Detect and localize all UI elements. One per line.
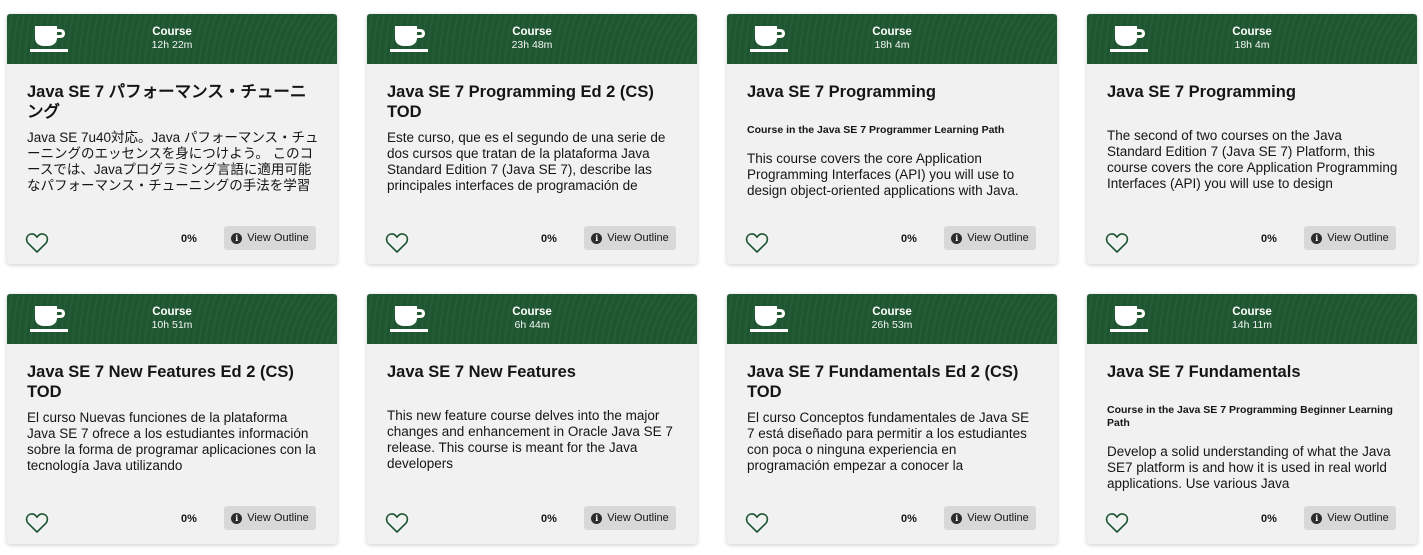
course-description: Este curso, que es el segundo de una ser… <box>387 130 666 193</box>
card-header: Course 18h 4m <box>727 14 1057 64</box>
heart-outline-icon[interactable] <box>25 232 49 254</box>
course-duration: 10h 51m <box>151 319 193 331</box>
course-card[interactable]: Course 6h 44m Java SE 7 New Features Thi… <box>367 294 697 544</box>
card-body: Java SE 7 Programming Course in the Java… <box>747 82 1039 199</box>
view-outline-label: View Outline <box>967 232 1029 244</box>
view-outline-label: View Outline <box>1327 232 1389 244</box>
course-description: Java SE 7u40対応。Java パフォーマンス・チューニングのエッセンス… <box>27 130 319 193</box>
heart-outline-icon[interactable] <box>745 232 769 254</box>
progress-percent: 0% <box>901 233 917 245</box>
course-title[interactable]: Java SE 7 パフォーマンス・チューニング <box>27 82 319 122</box>
view-outline-button[interactable]: i View Outline <box>584 506 676 530</box>
content-type-label: Course <box>152 26 192 38</box>
info-icon: i <box>1311 512 1323 524</box>
course-title[interactable]: Java SE 7 New Features Ed 2 (CS) TOD <box>27 362 319 402</box>
view-outline-button[interactable]: i View Outline <box>584 226 676 250</box>
card-header: Course 26h 53m <box>727 294 1057 344</box>
card-body: Java SE 7 パフォーマンス・チューニング Java SE 7u40対応。… <box>27 82 319 194</box>
course-duration: 6h 44m <box>514 319 550 331</box>
content-type-label: Course <box>512 306 552 318</box>
course-title[interactable]: Java SE 7 Programming <box>1107 82 1399 102</box>
progress-percent: 0% <box>901 513 917 525</box>
view-outline-label: View Outline <box>1327 512 1389 524</box>
course-description: Develop a solid understanding of what th… <box>1107 444 1391 491</box>
card-header: Course 12h 22m <box>7 14 337 64</box>
course-description: The second of two courses on the Java St… <box>1107 128 1398 191</box>
info-icon: i <box>591 512 603 524</box>
view-outline-label: View Outline <box>967 512 1029 524</box>
info-icon: i <box>951 232 963 244</box>
card-body: Java SE 7 Fundamentals Ed 2 (CS) TOD El … <box>747 362 1039 474</box>
content-type-label: Course <box>1232 26 1272 38</box>
card-body: Java SE 7 Programming Ed 2 (CS) TOD Este… <box>387 82 679 194</box>
course-card[interactable]: Course 26h 53m Java SE 7 Fundamentals Ed… <box>727 294 1057 544</box>
info-icon: i <box>951 512 963 524</box>
course-title[interactable]: Java SE 7 Programming Ed 2 (CS) TOD <box>387 82 679 122</box>
heart-outline-icon[interactable] <box>1105 232 1129 254</box>
view-outline-button[interactable]: i View Outline <box>944 226 1036 250</box>
view-outline-button[interactable]: i View Outline <box>224 226 316 250</box>
course-duration: 26h 53m <box>871 319 913 331</box>
progress-percent: 0% <box>541 233 557 245</box>
view-outline-label: View Outline <box>247 512 309 524</box>
info-icon: i <box>591 232 603 244</box>
course-title[interactable]: Java SE 7 Programming <box>747 82 1039 102</box>
view-outline-label: View Outline <box>607 512 669 524</box>
course-description: This course covers the core Application … <box>747 151 1019 198</box>
card-header: Course 10h 51m <box>7 294 337 344</box>
course-card[interactable]: Course 12h 22m Java SE 7 パフォーマンス・チューニング … <box>7 14 337 264</box>
card-body: Java SE 7 New Features This new feature … <box>387 362 679 472</box>
course-duration: 14h 11m <box>1231 319 1273 331</box>
card-body: Java SE 7 Programming The second of two … <box>1107 82 1399 192</box>
info-icon: i <box>231 512 243 524</box>
heart-outline-icon[interactable] <box>745 512 769 534</box>
info-icon: i <box>231 232 243 244</box>
course-duration: 18h 4m <box>1234 39 1270 51</box>
view-outline-button[interactable]: i View Outline <box>1304 226 1396 250</box>
learning-path-label: Course in the Java SE 7 Programming Begi… <box>1107 404 1393 429</box>
course-card[interactable]: Course 18h 4m Java SE 7 Programming The … <box>1087 14 1417 264</box>
progress-percent: 0% <box>181 233 197 245</box>
course-card[interactable]: Course 14h 11m Java SE 7 Fundamentals Co… <box>1087 294 1417 544</box>
card-body: Java SE 7 Fundamentals Course in the Jav… <box>1107 362 1399 492</box>
course-description: El curso Conceptos fundamentales de Java… <box>747 410 1030 473</box>
content-type-label: Course <box>872 306 912 318</box>
learning-path-label: Course in the Java SE 7 Programmer Learn… <box>747 124 1005 136</box>
heart-outline-icon[interactable] <box>385 232 409 254</box>
course-duration: 23h 48m <box>511 39 553 51</box>
card-header: Course 6h 44m <box>367 294 697 344</box>
course-card[interactable]: Course 18h 4m Java SE 7 Programming Cour… <box>727 14 1057 264</box>
card-header: Course 23h 48m <box>367 14 697 64</box>
content-type-label: Course <box>152 306 192 318</box>
card-header: Course 14h 11m <box>1087 294 1417 344</box>
progress-percent: 0% <box>181 513 197 525</box>
heart-outline-icon[interactable] <box>385 512 409 534</box>
course-description: This new feature course delves into the … <box>387 408 673 471</box>
course-title[interactable]: Java SE 7 Fundamentals Ed 2 (CS) TOD <box>747 362 1039 402</box>
heart-outline-icon[interactable] <box>25 512 49 534</box>
course-card[interactable]: Course 10h 51m Java SE 7 New Features Ed… <box>7 294 337 544</box>
card-header: Course 18h 4m <box>1087 14 1417 64</box>
progress-percent: 0% <box>541 513 557 525</box>
content-type-label: Course <box>1232 306 1272 318</box>
course-card-grid: Course 12h 22m Java SE 7 パフォーマンス・チューニング … <box>0 0 1423 555</box>
content-type-label: Course <box>512 26 552 38</box>
course-description: El curso Nuevas funciones de la platafor… <box>27 410 316 473</box>
course-card[interactable]: Course 23h 48m Java SE 7 Programming Ed … <box>367 14 697 264</box>
info-icon: i <box>1311 232 1323 244</box>
view-outline-label: View Outline <box>247 232 309 244</box>
progress-percent: 0% <box>1261 233 1277 245</box>
heart-outline-icon[interactable] <box>1105 512 1129 534</box>
course-duration: 18h 4m <box>874 39 910 51</box>
view-outline-label: View Outline <box>607 232 669 244</box>
course-duration: 12h 22m <box>151 39 193 51</box>
view-outline-button[interactable]: i View Outline <box>1304 506 1396 530</box>
view-outline-button[interactable]: i View Outline <box>944 506 1036 530</box>
progress-percent: 0% <box>1261 513 1277 525</box>
card-body: Java SE 7 New Features Ed 2 (CS) TOD El … <box>27 362 319 474</box>
view-outline-button[interactable]: i View Outline <box>224 506 316 530</box>
content-type-label: Course <box>872 26 912 38</box>
course-title[interactable]: Java SE 7 Fundamentals <box>1107 362 1399 382</box>
course-title[interactable]: Java SE 7 New Features <box>387 362 679 382</box>
